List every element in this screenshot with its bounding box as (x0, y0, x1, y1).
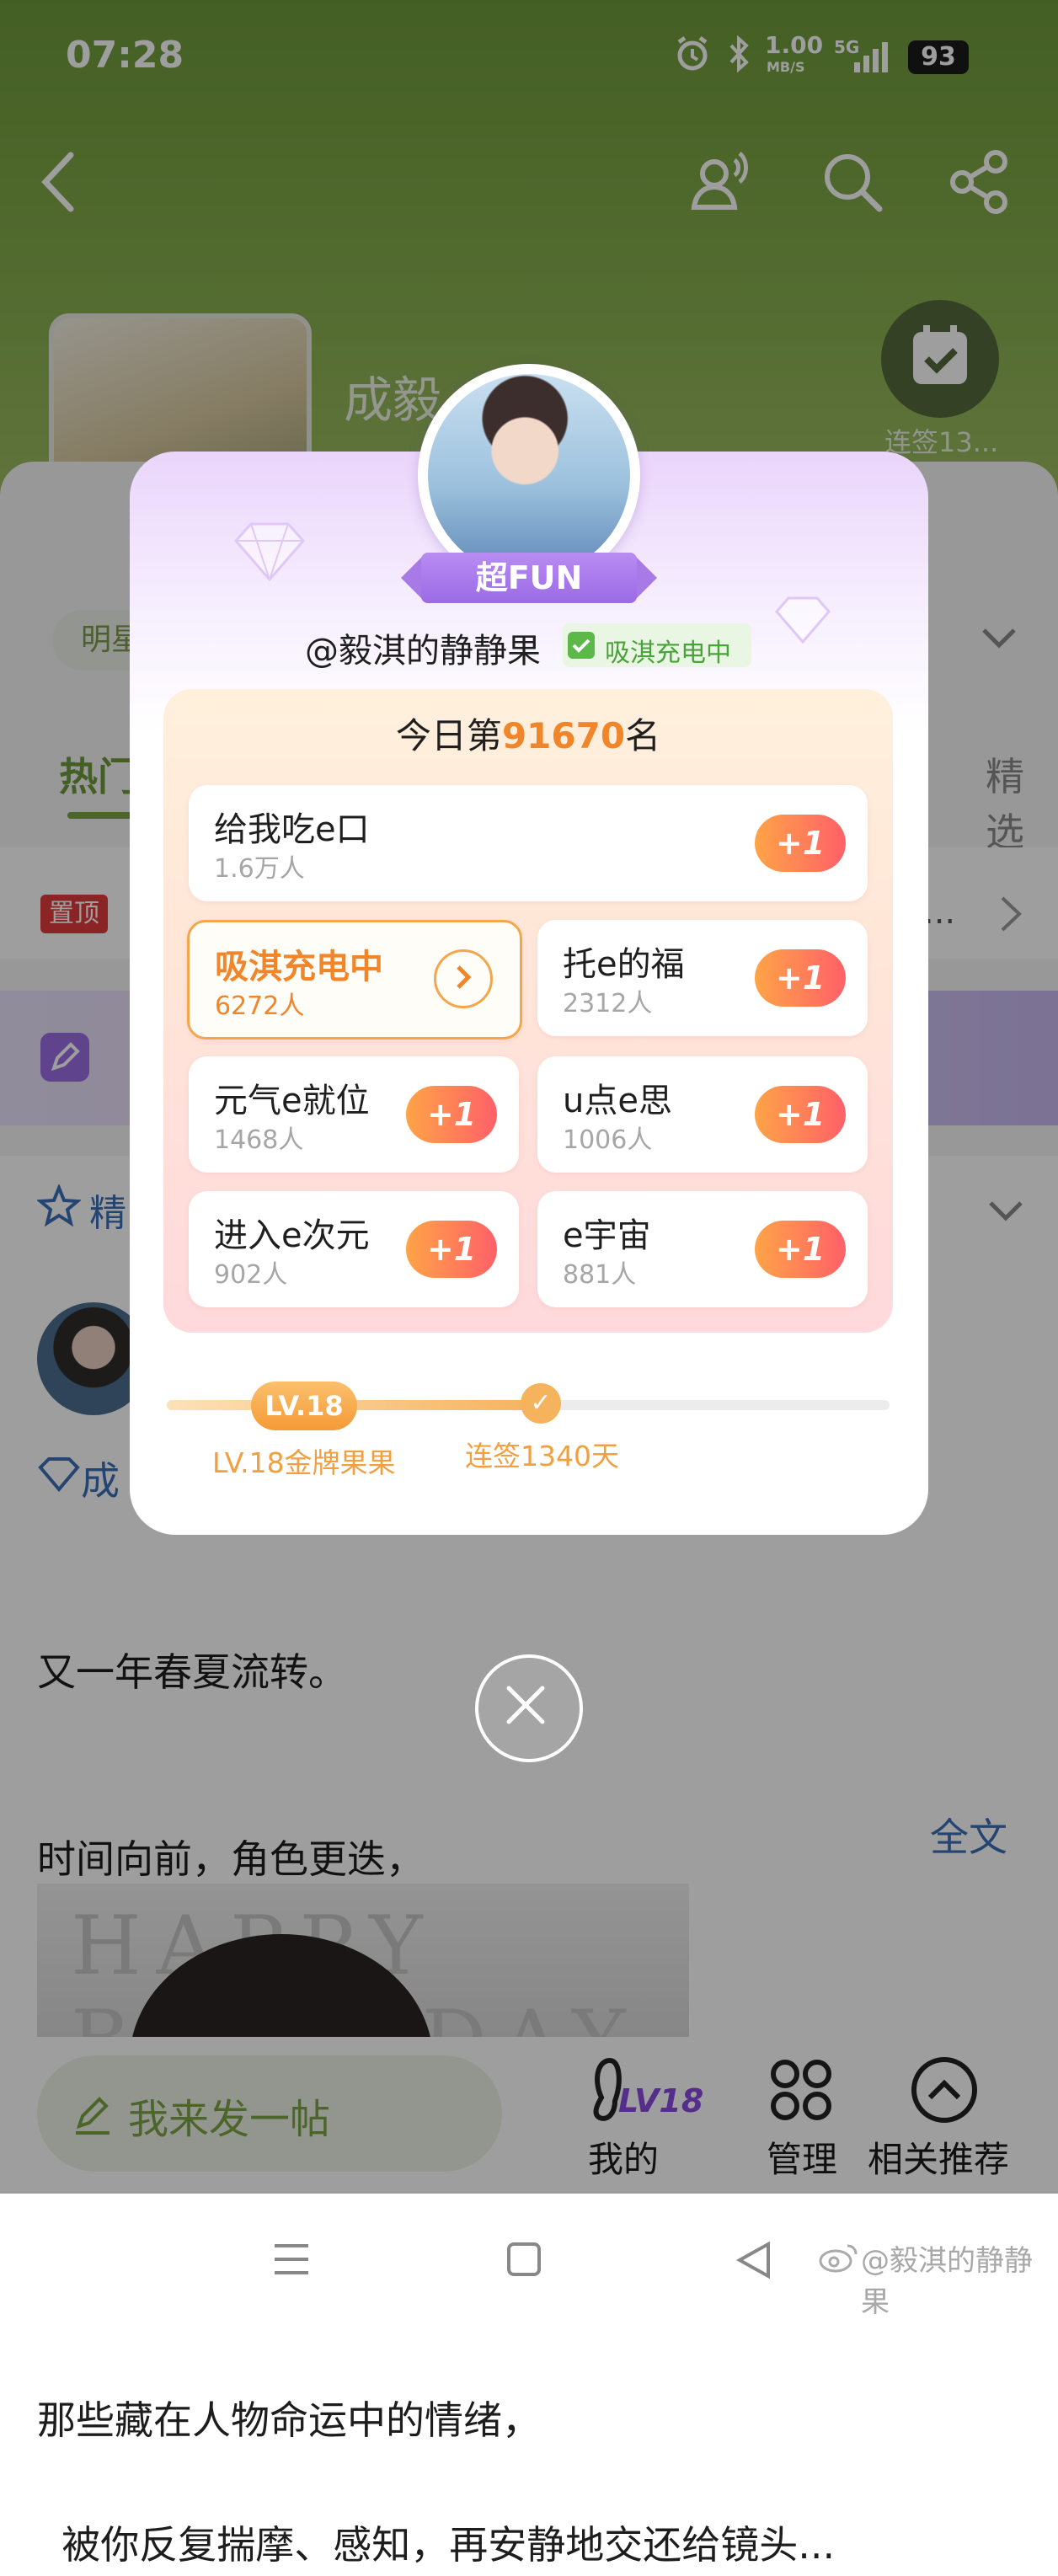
modal-username: @毅淇的静静果 (305, 632, 541, 671)
plus-one-button[interactable]: +1 (406, 1086, 497, 1143)
watermark-text: @毅淇的静静果 (861, 2244, 1033, 2319)
option-name: 进入e次元 (214, 1216, 370, 1255)
plus-one-button[interactable]: +1 (755, 1086, 846, 1143)
option-card-selected[interactable]: 吸淇充电中 6272人 (187, 920, 522, 1039)
menu-icon[interactable] (271, 2241, 312, 2278)
gem-decoration-icon (229, 519, 310, 585)
option-name: 吸淇充电中 (215, 948, 383, 986)
option-count: 1.6万人 (214, 854, 305, 884)
option-card[interactable]: 给我吃e口 1.6万人 +1 (189, 785, 868, 901)
close-button[interactable] (475, 1654, 583, 1762)
level-label: LV.18金牌果果 (212, 1446, 396, 1479)
option-name: 给我吃e口 (214, 810, 370, 849)
option-name: u点e思 (563, 1082, 672, 1120)
rank-title: 今日第91670名 (163, 708, 893, 759)
rank-number: 91670 (501, 715, 626, 756)
option-count: 2312人 (563, 989, 653, 1018)
plus-one-button[interactable]: +1 (755, 815, 846, 872)
plus-one-button[interactable]: +1 (755, 1221, 846, 1278)
checkin-days-label: 连签1340天 (465, 1440, 619, 1472)
close-icon (506, 1686, 545, 1724)
option-card[interactable]: u点e思 1006人 +1 (537, 1056, 868, 1173)
rank-suffix: 名 (625, 715, 661, 756)
check-square-icon (568, 632, 595, 659)
option-count: 1468人 (214, 1125, 304, 1155)
status-badge-text: 吸淇充电中 (605, 639, 731, 668)
user-avatar[interactable] (428, 374, 630, 576)
option-count: 881人 (563, 1260, 637, 1290)
back-triangle-icon[interactable] (735, 2241, 772, 2279)
option-card[interactable]: 进入e次元 902人 +1 (189, 1191, 519, 1307)
chevron-right-circle-icon[interactable] (434, 949, 493, 1008)
option-card[interactable]: 托e的福 2312人 +1 (537, 920, 868, 1036)
option-name: e宇宙 (563, 1216, 651, 1255)
option-card[interactable]: e宇宙 881人 +1 (537, 1191, 868, 1307)
level-pill: LV.18 (251, 1382, 357, 1430)
home-icon[interactable] (505, 2241, 542, 2278)
option-name: 元气e就位 (214, 1082, 370, 1120)
option-card[interactable]: 元气e就位 1468人 +1 (189, 1056, 519, 1173)
gem-decoration-icon (772, 595, 834, 645)
fan-level-ribbon: 超FUN (421, 553, 637, 603)
option-name: 托e的福 (563, 945, 685, 984)
status-badge: 吸淇充电中 (563, 623, 751, 668)
weibo-logo-icon (817, 2241, 859, 2274)
option-count: 1006人 (563, 1125, 653, 1155)
plus-one-button[interactable]: +1 (406, 1221, 497, 1278)
post-line: 被你反复揣摩、感知，再安静地交还给镜头... (61, 2522, 836, 2568)
plus-one-button[interactable]: +1 (755, 949, 846, 1007)
rank-prefix: 今日第 (395, 715, 502, 756)
post-line: 那些藏在人物命运中的情绪， (37, 2397, 541, 2443)
option-count: 902人 (214, 1260, 288, 1290)
checkmark-icon: ✓ (521, 1383, 561, 1424)
option-count: 6272人 (215, 991, 305, 1021)
